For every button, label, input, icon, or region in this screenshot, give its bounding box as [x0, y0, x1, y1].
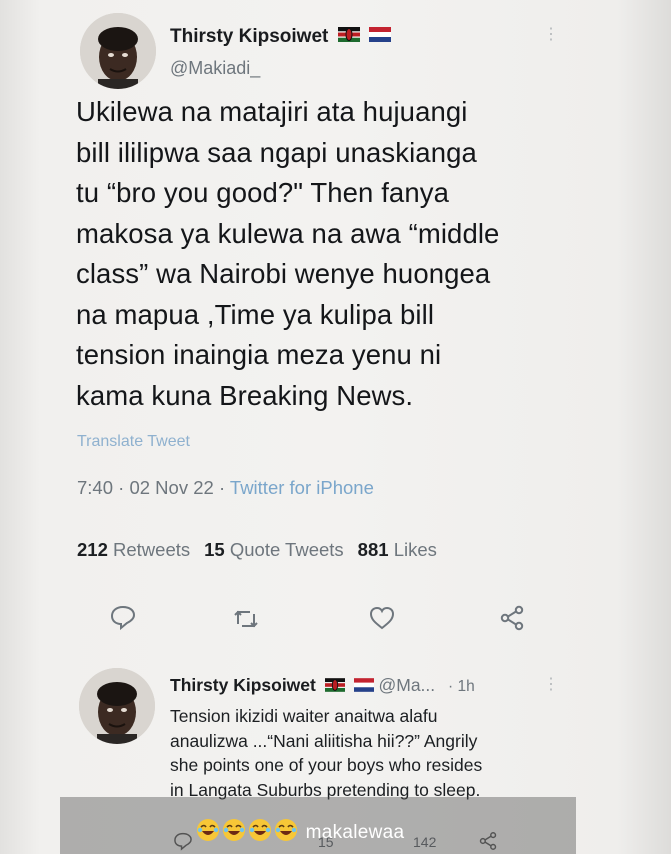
reply-line: anaulizwa ...“Nani aliitisha hii??” Angr…: [170, 730, 478, 751]
meta-separator: ·: [113, 477, 130, 498]
reply-author-handle[interactable]: @Ma...: [378, 675, 435, 695]
likes-label: Likes: [393, 539, 437, 560]
retweets-stat[interactable]: 212 Retweets: [77, 539, 190, 560]
more-options-icon[interactable]: ⋮: [543, 24, 559, 44]
tweet-line: makosa ya kulewa na awa “middle: [76, 217, 500, 249]
laughing-emoji-icon: [222, 818, 246, 848]
avatar-photo: [79, 668, 155, 744]
netherlands-flag-icon: [368, 26, 391, 48]
reply-author-name-text: Thirsty Kipsoiwet: [170, 675, 316, 695]
tweet-body: Ukilewa na matajiri ata hujuangi bill il…: [76, 92, 636, 416]
author-handle[interactable]: @Makiadi_: [170, 58, 260, 79]
reply-icon[interactable]: [108, 602, 138, 632]
reply-author-avatar[interactable]: [79, 668, 155, 744]
likes-stat[interactable]: 881 Likes: [358, 539, 437, 560]
kenya-flag-icon: [324, 676, 345, 697]
reply-line: she points one of your boys who resides: [170, 755, 483, 775]
laughing-emoji-icon: [196, 818, 220, 848]
kenya-flag-icon: [337, 26, 360, 48]
reply-line: Tension ikizidi waiter anaitwa alafu: [170, 706, 438, 726]
retweets-label: Retweets: [113, 539, 191, 560]
laughing-emoji-icon: [274, 818, 298, 848]
avatar-photo: [80, 13, 156, 89]
like-icon[interactable]: [367, 603, 397, 633]
reply-author-name[interactable]: Thirsty Kipsoiwet @Ma... · 1h: [170, 675, 475, 697]
laughing-emoji-icon: [248, 818, 272, 848]
tweet-line: class” wa Nairobi wenye huongea: [76, 258, 491, 289]
meta-separator: ·: [213, 477, 230, 498]
tweet-time: 7:40: [77, 477, 114, 498]
translate-tweet-link[interactable]: Translate Tweet: [77, 433, 190, 451]
tweet-line: kama kuna Breaking News.: [76, 379, 414, 411]
tweet-detail-screen: Thirsty Kipsoiwet @Makiadi_ ⋮ Ukilewa na…: [0, 0, 671, 854]
tweet-date: 02 Nov 22: [129, 477, 214, 498]
tweet-line: Ukilewa na matajiri ata hujuangi: [76, 96, 468, 127]
reply-body: Tension ikizidi waiter anaitwa alafu ana…: [170, 704, 570, 802]
quotes-label: Quote Tweets: [229, 539, 344, 560]
author-name[interactable]: Thirsty Kipsoiwet: [170, 26, 391, 48]
retweet-icon[interactable]: [231, 604, 261, 634]
retweets-count: 212: [77, 539, 108, 560]
tweet-line: na mapua ,Time ya kulipa bill: [76, 298, 435, 330]
author-name-text: Thirsty Kipsoiwet: [170, 26, 329, 48]
reply-more-options-icon[interactable]: ⋮: [543, 674, 559, 694]
tweet-line: tu “bro you good?" Then fanya: [76, 177, 449, 208]
caption-text: makalewaa: [305, 822, 405, 844]
quotes-stat[interactable]: 15 Quote Tweets: [204, 539, 344, 560]
reply-time: · 1h: [448, 678, 475, 695]
likes-count: 881: [357, 539, 389, 560]
netherlands-flag-icon: [353, 676, 374, 697]
tweet-line: bill ililipwa saa ngapi unaskianga: [76, 136, 477, 168]
caption: makalewaa: [196, 818, 404, 848]
author-avatar[interactable]: [80, 13, 156, 89]
tweet-source-link[interactable]: Twitter for iPhone: [230, 477, 374, 498]
tweet-timestamp: 7:40 · 02 Nov 22 · Twitter for iPhone: [77, 477, 374, 499]
tweet-line: tension inaingia meza yenu ni: [76, 339, 442, 370]
tweet-stats: 212 Retweets 15 Quote Tweets 881 Likes: [77, 539, 437, 561]
share-icon[interactable]: [497, 603, 527, 633]
quotes-count: 15: [204, 539, 225, 560]
